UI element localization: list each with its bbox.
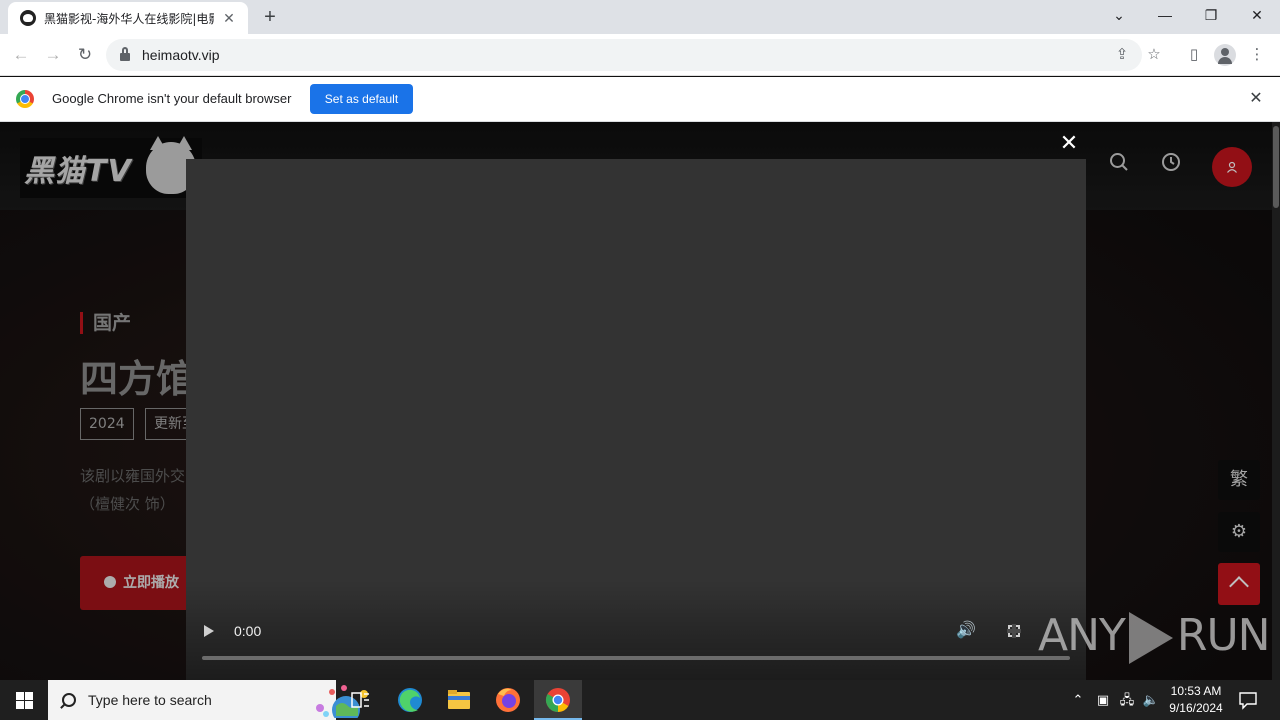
- share-icon[interactable]: ⇪: [1111, 44, 1133, 66]
- windows-taskbar: Type here to search ⌃ ▣ 🖧 🔈 10:53 AM 9/1…: [0, 680, 1280, 720]
- network-icon[interactable]: 🖧: [1116, 680, 1138, 720]
- clock-date: 9/16/2024: [1169, 701, 1223, 715]
- set-default-button[interactable]: Set as default: [310, 84, 413, 114]
- watermark-play-icon: [1128, 612, 1173, 664]
- chrome-taskbar-icon[interactable]: [534, 680, 582, 720]
- windows-start-icon[interactable]: [0, 680, 48, 720]
- file-explorer-icon[interactable]: [435, 680, 483, 720]
- tab-search-button[interactable]: ⌄: [1096, 0, 1142, 30]
- video-play-icon[interactable]: [204, 625, 214, 637]
- chrome-logo-icon: [16, 90, 34, 108]
- minimize-button[interactable]: —: [1142, 0, 1188, 30]
- infobar-close-icon[interactable]: ✕: [1246, 89, 1266, 109]
- search-magnifier-icon: [62, 693, 76, 707]
- close-window-button[interactable]: ✕: [1234, 0, 1280, 30]
- edge-browser-icon[interactable]: [386, 680, 434, 720]
- default-browser-infobar: Google Chrome isn't your default browser…: [0, 77, 1280, 122]
- web-page: 黑猫TV 国产 四方馆 2024 更新至 该剧以雍国外交 （檀健次 饰） 立即播…: [0, 122, 1280, 680]
- watermark-right: RUN: [1176, 610, 1271, 661]
- new-tab-button[interactable]: +: [258, 4, 282, 30]
- page-scrollbar[interactable]: [1272, 122, 1280, 680]
- video-current-time: 0:00: [234, 623, 262, 639]
- forward-button[interactable]: →: [40, 42, 66, 68]
- tab-close-icon[interactable]: ✕: [220, 10, 238, 27]
- video-player[interactable]: 0:00 🔊: [186, 159, 1086, 680]
- video-controls-shade: [186, 580, 1086, 680]
- tab-strip: 黑猫影视-海外华人在线影院|电影 ✕ + ⌄ — ❐ ✕: [0, 0, 1280, 34]
- notifications-icon[interactable]: [1236, 680, 1260, 720]
- speaker-icon[interactable]: 🔈: [1140, 680, 1162, 720]
- volume-icon[interactable]: 🔊: [956, 620, 976, 640]
- infobar-message: Google Chrome isn't your default browser: [52, 91, 292, 106]
- reload-button[interactable]: ↻: [72, 42, 98, 68]
- watermark-left: ANY: [1038, 610, 1126, 661]
- address-bar[interactable]: heimaotv.vip: [106, 39, 1142, 71]
- browser-tab[interactable]: 黑猫影视-海外华人在线影院|电影 ✕: [8, 2, 248, 34]
- firefox-icon[interactable]: [484, 680, 532, 720]
- bookmark-star-icon[interactable]: ☆: [1143, 44, 1165, 66]
- browser-toolbar: ← → ↻ heimaotv.vip ⇪ ☆ ▯ ⋮: [0, 34, 1280, 76]
- video-progress-bar[interactable]: [202, 656, 1070, 660]
- tray-overflow-chevron-icon[interactable]: ⌃: [1068, 680, 1088, 720]
- clock-time: 10:53 AM: [1170, 684, 1222, 698]
- back-button[interactable]: ←: [8, 42, 34, 68]
- side-panel-icon[interactable]: ▯: [1183, 44, 1205, 66]
- profile-avatar-icon[interactable]: [1214, 44, 1236, 66]
- lock-icon[interactable]: [120, 47, 130, 61]
- tray-device-icon[interactable]: ▣: [1093, 680, 1113, 720]
- taskbar-search-box[interactable]: Type here to search: [48, 680, 368, 720]
- fullscreen-icon[interactable]: [1007, 624, 1021, 638]
- scrollbar-thumb[interactable]: [1273, 126, 1279, 208]
- tab-title: 黑猫影视-海外华人在线影院|电影: [44, 11, 214, 26]
- site-favicon-icon: [20, 10, 36, 26]
- taskbar-search-placeholder: Type here to search: [88, 692, 212, 708]
- taskbar-clock[interactable]: 10:53 AM 9/16/2024: [1160, 683, 1232, 717]
- menu-kebab-icon[interactable]: ⋮: [1246, 44, 1268, 66]
- url-text: heimaotv.vip: [142, 47, 220, 63]
- modal-close-icon[interactable]: ✕: [1058, 132, 1080, 154]
- task-view-icon[interactable]: [336, 680, 384, 720]
- anyrun-watermark: ANY RUN: [1038, 610, 1271, 664]
- restore-button[interactable]: ❐: [1188, 0, 1234, 30]
